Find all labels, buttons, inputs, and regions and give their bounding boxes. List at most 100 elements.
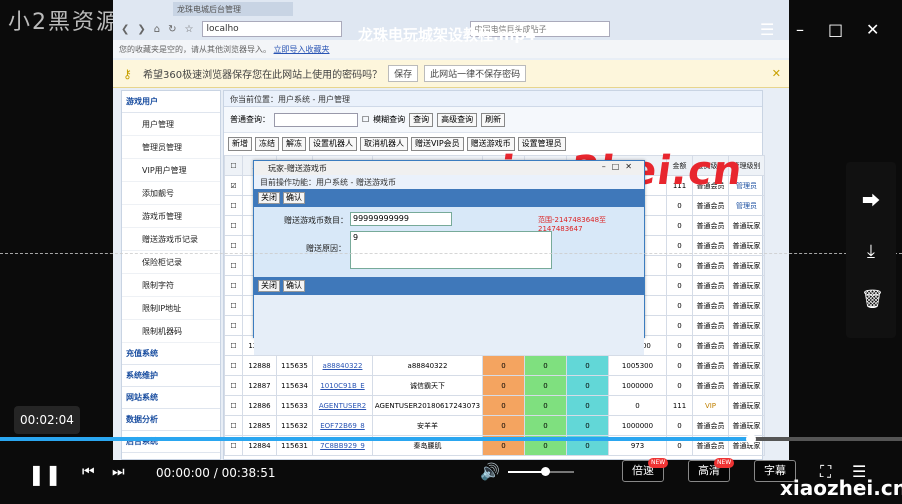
maximize-icon[interactable]: □ <box>828 20 843 39</box>
download-icon[interactable]: ⤓ <box>861 242 881 262</box>
sidebar-group-maintenance[interactable]: 系统维护 <box>122 365 220 387</box>
cell-acct[interactable]: EOF72B69_8 <box>312 415 373 436</box>
sidebar-group-backend[interactable]: 后台系统 <box>122 431 220 453</box>
sidebar-item-limit-ip[interactable]: 限制IP地址 <box>122 297 220 320</box>
cell-acct[interactable]: 1010C91B_E <box>312 375 373 396</box>
dialog-confirm-button-bottom[interactable]: 确认 <box>283 280 305 292</box>
add-button[interactable]: 新增 <box>228 137 252 151</box>
freeze-button[interactable]: 冻结 <box>255 137 279 151</box>
table-row[interactable]: ☐ 12886 115633 AGENTUSER2 AGENTUSER201806172… <box>224 395 765 416</box>
amount-input[interactable]: 99999999999 <box>350 212 452 226</box>
progress-thumb[interactable] <box>746 434 756 444</box>
cell-money: 0 <box>666 275 693 296</box>
address-bar[interactable]: localho <box>201 21 342 37</box>
select-all-checkbox[interactable]: ☐ <box>224 155 243 176</box>
cell-admin: 普通玩家 <box>728 255 765 276</box>
table-row[interactable]: ☐ 12887 115634 1010C91B_E 诚信霸天下 0 0 0 1000000 0 普通… <box>224 375 765 396</box>
previous-icon[interactable]: ⏮ <box>82 464 95 480</box>
time-display: 00:00:00 / 00:38:51 <box>156 466 276 480</box>
row-checkbox[interactable]: ☐ <box>224 315 243 336</box>
reason-textarea[interactable]: 9 <box>350 231 552 269</box>
sidebar-item-coin-mgmt[interactable]: 游戏币管理 <box>122 205 220 228</box>
volume-icon[interactable]: 🔊 <box>480 462 500 481</box>
gift-coins-dialog: 玩家-赠送游戏币 –□✕ 目前操作功能：用户系统 - 赠送游戏币 关闭 确认 赠… <box>253 160 645 355</box>
cell-level: 普通会员 <box>692 375 729 396</box>
minimize-icon[interactable]: – <box>796 20 804 39</box>
sidebar-item-admin-mgmt[interactable]: 管理员管理 <box>122 136 220 159</box>
next-icon[interactable]: ⏭ <box>112 464 125 480</box>
sidebar-group-website[interactable]: 网站系统 <box>122 387 220 409</box>
row-checkbox[interactable]: ☑ <box>224 175 243 196</box>
dialog-footer <box>254 295 644 355</box>
refresh-icon[interactable]: ↻ <box>168 24 176 35</box>
share-icon[interactable]: ⮕ <box>861 192 881 212</box>
advanced-query-button[interactable]: 高级查询 <box>437 112 478 127</box>
save-password-button[interactable]: 保存 <box>388 65 419 82</box>
progress-fill <box>0 437 749 441</box>
cell-gold: 1000000 <box>608 375 667 396</box>
browser-tab[interactable]: 龙珠电城后台管理 <box>173 2 293 16</box>
row-checkbox[interactable]: ☐ <box>224 255 243 276</box>
table-row[interactable]: ☐ 12885 115632 EOF72B69_8 安羊羊 0 0 0 1000000 0 普通会员… <box>224 415 765 436</box>
cell-acct[interactable]: a88840322 <box>312 355 373 376</box>
video-frame[interactable]: 龙珠电城后台管理 ❮ ❯ ⌂ ↻ ☆ localho 中国电信巨头成贴子 您的收… <box>113 0 789 460</box>
sidebar-item-add-number[interactable]: 添加靓号 <box>122 182 220 205</box>
pause-icon[interactable]: ❚❚ <box>28 462 62 486</box>
sidebar-item-user-mgmt[interactable]: 用户管理 <box>122 113 220 136</box>
close-icon[interactable]: ✕ <box>772 67 781 80</box>
never-save-button[interactable]: 此网站一律不保存密码 <box>424 65 527 82</box>
sidebar-group-game-users[interactable]: 游戏用户 <box>122 91 220 113</box>
query-button[interactable]: 查询 <box>409 112 434 127</box>
dialog-close-button-bottom[interactable]: 关闭 <box>258 280 280 292</box>
table-row[interactable]: ☐ 12888 115635 a88840322 a88840322 0 0 0 1005300… <box>224 355 765 376</box>
sidebar-item-safe-log[interactable]: 保险柜记录 <box>122 251 220 274</box>
refresh-button[interactable]: 刷新 <box>481 112 506 127</box>
dialog-title: 玩家-赠送游戏币 –□✕ <box>254 161 644 175</box>
sidebar-item-limit-machine[interactable]: 限制机器码 <box>122 320 220 343</box>
row-checkbox[interactable]: ☐ <box>224 195 243 216</box>
dialog-controls[interactable]: –□✕ <box>602 162 638 171</box>
cell-acct[interactable]: AGENTUSER2 <box>312 395 373 416</box>
cell-admin: 普通玩家 <box>728 335 765 356</box>
dialog-operation: 目前操作功能：用户系统 - 赠送游戏币 <box>254 175 644 189</box>
row-checkbox[interactable]: ☐ <box>224 395 243 416</box>
cancel-robot-button[interactable]: 取消机器人 <box>360 137 408 151</box>
row-checkbox[interactable]: ☐ <box>224 415 243 436</box>
cell-uid: 12885 <box>242 415 277 436</box>
home-icon[interactable]: ⌂ <box>154 24 160 35</box>
sidebar-group-analytics[interactable]: 数据分析 <box>122 409 220 431</box>
delete-icon[interactable]: 🗑 <box>861 290 884 310</box>
close-icon[interactable]: ✕ <box>866 20 879 39</box>
fuzzy-checkbox[interactable]: ☐ <box>362 115 369 124</box>
set-robot-button[interactable]: 设置机器人 <box>309 137 357 151</box>
row-checkbox[interactable]: ☐ <box>224 215 243 236</box>
sidebar-item-vip-mgmt[interactable]: VIP用户管理 <box>122 159 220 182</box>
cell-uid: 12888 <box>242 355 277 376</box>
back-icon[interactable]: ❮ <box>121 24 129 35</box>
row-checkbox[interactable]: ☐ <box>224 295 243 316</box>
star-icon[interactable]: ☆ <box>185 24 194 35</box>
cell-money: 0 <box>666 375 693 396</box>
dialog-close-button[interactable]: 关闭 <box>258 192 280 204</box>
sidebar-item-limit-chars[interactable]: 限制字符 <box>122 274 220 297</box>
dialog-confirm-button[interactable]: 确认 <box>283 192 305 204</box>
volume-knob[interactable] <box>541 467 550 476</box>
cell-admin: 普通玩家 <box>728 355 765 376</box>
dialog-bottom-actions: 关闭 确认 <box>254 277 644 295</box>
row-checkbox[interactable]: ☐ <box>224 275 243 296</box>
row-checkbox[interactable]: ☐ <box>224 335 243 356</box>
query-input[interactable] <box>274 112 358 127</box>
cell-uid: 12886 <box>242 395 277 416</box>
row-checkbox[interactable]: ☐ <box>224 375 243 396</box>
row-checkbox[interactable]: ☐ <box>224 355 243 376</box>
cell-money: 0 <box>666 355 693 376</box>
unfreeze-button[interactable]: 解冻 <box>282 137 306 151</box>
password-prompt: 希望360极速浏览器保存您在此网站上使用的密码吗？ <box>143 70 383 81</box>
progress-bar[interactable] <box>0 437 902 441</box>
forward-icon[interactable]: ❯ <box>137 24 145 35</box>
gift-vip-button[interactable]: 赠送VIP会员 <box>411 137 464 151</box>
sidebar-item-gift-log[interactable]: 赠送游戏币记录 <box>122 228 220 251</box>
import-bookmarks-link[interactable]: 立即导入收藏夹 <box>274 45 330 54</box>
sidebar-group-recharge[interactable]: 充值系统 <box>122 343 220 365</box>
window-menu-icon[interactable]: ☰ <box>760 20 774 39</box>
